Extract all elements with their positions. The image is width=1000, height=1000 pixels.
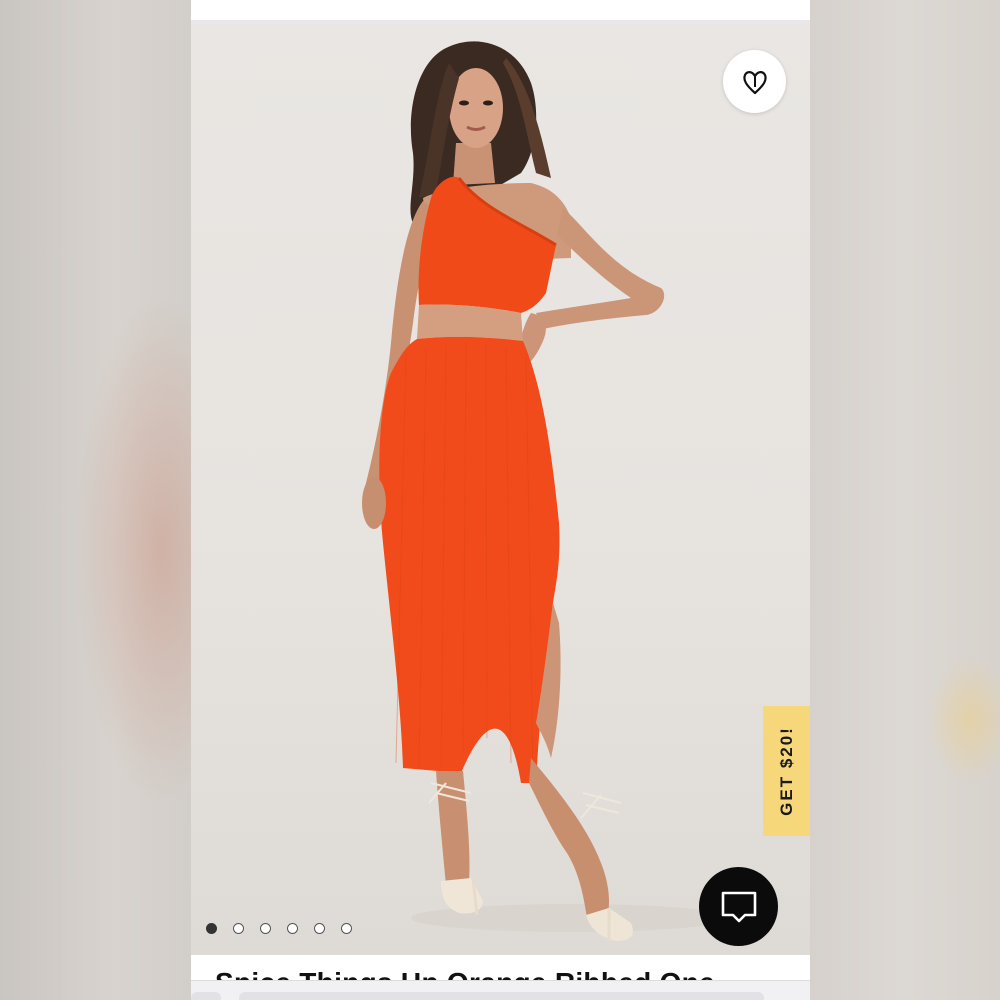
carousel-indicators	[206, 923, 352, 934]
wishlist-button[interactable]	[723, 50, 786, 113]
chat-button[interactable]	[699, 867, 778, 946]
mobile-product-page: GET $20! Spice Things Up Orange Ribbed O…	[191, 0, 810, 1000]
address-bar-pill[interactable]	[239, 992, 764, 1000]
carousel-dot[interactable]	[287, 923, 298, 934]
carousel-dot[interactable]	[341, 923, 352, 934]
promo-tab[interactable]: GET $20!	[763, 706, 810, 836]
blurred-background-left	[0, 0, 191, 1000]
carousel-dot[interactable]	[260, 923, 271, 934]
carousel-dot[interactable]	[314, 923, 325, 934]
heart-outline-icon	[742, 70, 767, 94]
promo-label: GET $20!	[776, 726, 796, 816]
blurred-background-right	[810, 0, 1000, 1000]
chat-bubble-icon	[721, 891, 756, 922]
model-illustration	[362, 41, 731, 941]
carousel-dot[interactable]	[206, 923, 217, 934]
product-image[interactable]: GET $20!	[191, 23, 810, 955]
carousel-dot[interactable]	[233, 923, 244, 934]
top-bar	[191, 0, 810, 23]
toolbar-pill-left[interactable]	[191, 992, 221, 1000]
screenshot-stage: GET $20! Spice Things Up Orange Ribbed O…	[0, 0, 1000, 1000]
